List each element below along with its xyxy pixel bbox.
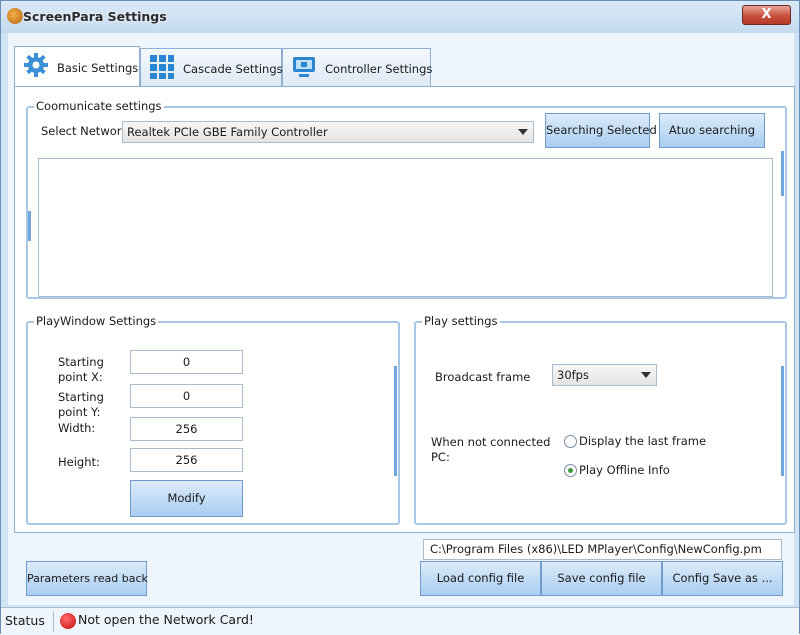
tab-controller-settings[interactable]: Controller Settings bbox=[282, 48, 433, 86]
gear-icon bbox=[24, 53, 48, 77]
tab-cascade-settings[interactable]: Cascade Settings bbox=[140, 48, 283, 86]
grid-icon bbox=[150, 55, 174, 79]
playwindow-settings-title: PlayWindow Settings bbox=[34, 314, 159, 328]
scrollbar-accent-playwindow bbox=[394, 366, 397, 476]
modify-button[interactable]: Modify bbox=[130, 480, 243, 517]
radio-last-frame-label[interactable]: Display the last frame bbox=[579, 434, 706, 449]
tab-cascade-settings-label: Cascade Settings bbox=[183, 62, 283, 76]
tab-basic-settings-label: Basic Settings bbox=[57, 61, 139, 75]
config-save-as-button[interactable]: Config Save as ... bbox=[662, 561, 783, 596]
broadcast-frame-value: 30fps bbox=[557, 368, 589, 382]
status-divider bbox=[53, 611, 54, 632]
settings-window: ScreenPara Settings X Basic Settings Cas… bbox=[0, 0, 800, 635]
play-settings-title: Play settings bbox=[422, 314, 500, 328]
tab-controller-settings-label: Controller Settings bbox=[325, 62, 433, 76]
searching-selected-button[interactable]: Searching Selected bbox=[545, 113, 657, 148]
close-button[interactable]: X bbox=[742, 5, 791, 25]
width-input[interactable]: 256 bbox=[130, 417, 243, 441]
scrollbar-accent-left bbox=[28, 211, 31, 241]
scrollbar-accent-play bbox=[781, 366, 784, 476]
start-y-input[interactable]: 0 bbox=[130, 384, 243, 408]
width-label: Width: bbox=[58, 421, 96, 435]
status-message: Not open the Network Card! bbox=[78, 612, 254, 627]
height-label: Height: bbox=[58, 455, 100, 469]
network-select[interactable]: Realtek PCIe GBE Family Controller bbox=[122, 121, 534, 143]
broadcast-frame-label: Broadcast frame bbox=[435, 370, 531, 384]
start-y-label: Starting point Y: bbox=[58, 390, 104, 419]
communicate-settings-title: Coomunicate settings bbox=[34, 99, 164, 113]
select-network-label: Select Network bbox=[41, 124, 129, 138]
scrollbar-accent bbox=[781, 151, 784, 196]
monitor-icon bbox=[293, 57, 315, 77]
height-input[interactable]: 256 bbox=[130, 448, 243, 472]
broadcast-frame-select[interactable]: 30fps bbox=[552, 364, 657, 386]
load-config-button[interactable]: Load config file bbox=[420, 561, 541, 596]
tab-basic-settings[interactable]: Basic Settings bbox=[14, 46, 140, 86]
auto-searching-button[interactable]: Atuo searching bbox=[659, 113, 765, 148]
save-config-button[interactable]: Save config file bbox=[541, 561, 662, 596]
radio-offline-info[interactable] bbox=[564, 464, 577, 477]
parameters-read-back-button[interactable]: Parameters read back bbox=[26, 561, 148, 596]
app-icon bbox=[7, 8, 23, 24]
config-path-field[interactable]: C:\Program Files (x86)\LED MPlayer\Confi… bbox=[423, 539, 782, 560]
chevron-down-icon bbox=[641, 372, 651, 378]
chevron-down-icon bbox=[518, 129, 528, 135]
radio-last-frame[interactable] bbox=[564, 435, 577, 448]
window-title: ScreenPara Settings bbox=[23, 9, 167, 24]
status-label: Status bbox=[5, 613, 45, 628]
device-list[interactable] bbox=[38, 158, 773, 297]
title-bar[interactable]: ScreenPara Settings X bbox=[1, 1, 799, 33]
radio-offline-info-label[interactable]: Play Offline Info bbox=[579, 463, 670, 478]
start-x-label: Starting point X: bbox=[58, 355, 104, 384]
play-settings-group: Play settings bbox=[414, 314, 787, 525]
network-select-value: Realtek PCIe GBE Family Controller bbox=[127, 125, 328, 139]
not-connected-label: When not connected PC: bbox=[431, 435, 551, 464]
error-status-icon bbox=[60, 613, 76, 629]
start-x-input[interactable]: 0 bbox=[130, 350, 243, 374]
